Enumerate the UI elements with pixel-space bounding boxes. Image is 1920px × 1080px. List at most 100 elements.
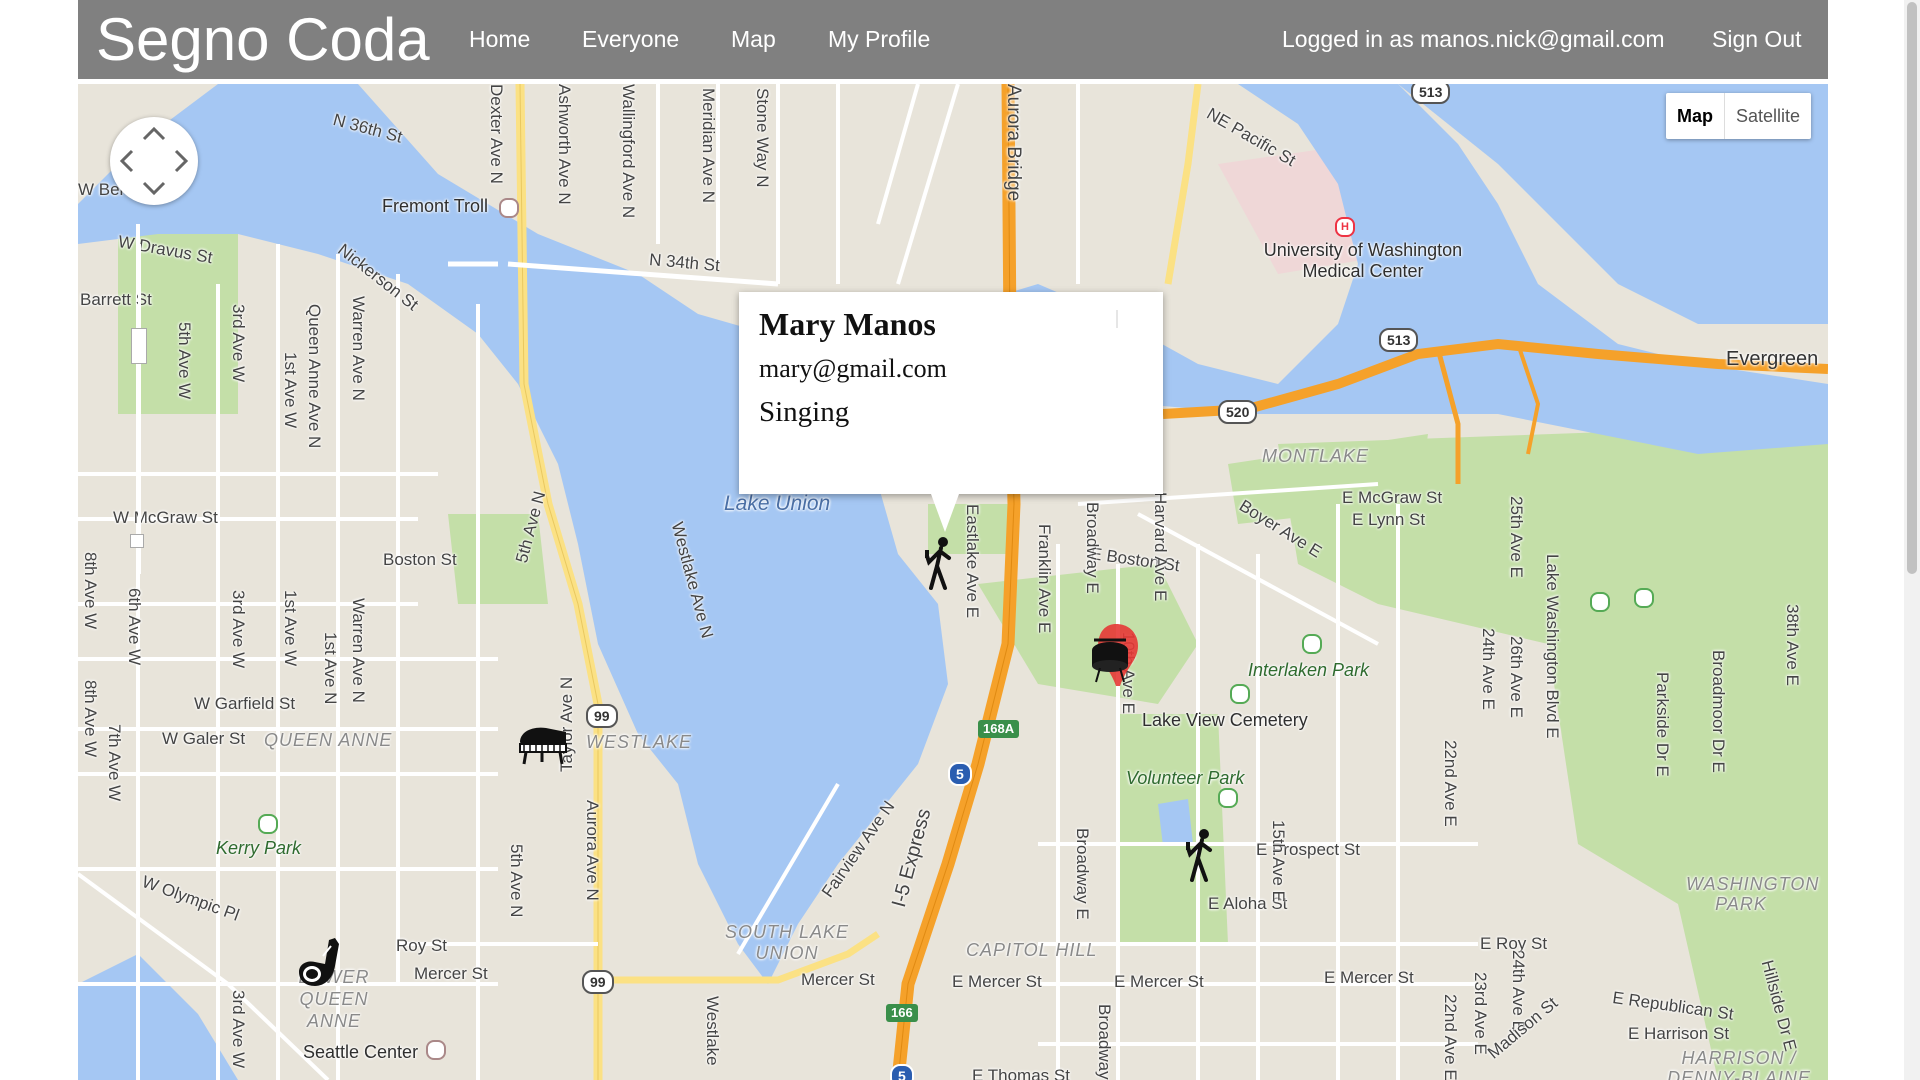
map-canvas[interactable]: N 36th St W Bertona W Dravus St Barrett … bbox=[78, 84, 1828, 1080]
place-uw-medical: University of Washington Medical Center bbox=[1263, 240, 1463, 281]
street-e-harrison: E Harrison St bbox=[1628, 1024, 1730, 1043]
street-aurora: Aurora Ave N bbox=[583, 800, 602, 901]
sign-out-link[interactable]: Sign Out bbox=[1712, 24, 1802, 54]
exit-166-sign: 166 bbox=[886, 1004, 918, 1022]
hospital-icon: H bbox=[1335, 217, 1355, 237]
place-washington-park: WASHINGTON PARK bbox=[1686, 874, 1820, 914]
musician-name: Mary Manos bbox=[759, 306, 936, 342]
street-broadway-3: Broadway bbox=[1095, 1004, 1114, 1080]
place-south-lake-union: SOUTH LAKE UNION bbox=[724, 922, 850, 963]
golf-icon bbox=[1634, 588, 1654, 608]
street-evergreen: Evergreen bbox=[1726, 348, 1819, 370]
street-e-mercer-2: E Mercer St bbox=[1114, 972, 1204, 991]
place-montlake: MONTLAKE bbox=[1262, 446, 1370, 466]
street-ashworth: Ashworth Ave N bbox=[555, 84, 574, 205]
street-e-mercer: E Mercer St bbox=[952, 972, 1042, 991]
street-roy: Roy St bbox=[396, 936, 448, 955]
scrollbar-thumb[interactable] bbox=[1907, 2, 1917, 574]
map-type-map-button[interactable]: Map bbox=[1666, 93, 1725, 139]
place-harrison: HARRISON / DENNY-BLAINE bbox=[1667, 1048, 1811, 1080]
info-window: Mary Manos mary@gmail.com Singing bbox=[739, 292, 1163, 532]
street-mercer: Mercer St bbox=[414, 964, 488, 983]
street-sixth-w: 6th Ave W bbox=[125, 588, 144, 666]
top-navbar: Segno Coda Home Everyone Map My Profile … bbox=[78, 0, 1828, 79]
street-e-lynn: E Lynn St bbox=[1352, 510, 1426, 529]
street-harvard: Harvard Ave E bbox=[1151, 492, 1170, 602]
exit-168a-sign: 168A bbox=[978, 720, 1020, 738]
interstate-5-shield: 5 bbox=[948, 762, 972, 786]
nav-everyone[interactable]: Everyone bbox=[582, 24, 679, 54]
close-icon[interactable] bbox=[1113, 310, 1121, 328]
place-fremont-troll: Fremont Troll bbox=[382, 196, 489, 216]
street-twentyfifth: 25th Ave E bbox=[1507, 496, 1526, 578]
street-eighth-w: 8th Ave W bbox=[81, 552, 100, 630]
street-twentysecond-2: 22nd Ave E bbox=[1441, 994, 1460, 1080]
place-queen-anne: QUEEN ANNE bbox=[264, 730, 393, 750]
street-thirtyeighth: 38th Ave E bbox=[1783, 604, 1802, 686]
route-513-shield: 513 bbox=[1379, 328, 1419, 352]
zoom-slider[interactable] bbox=[130, 244, 147, 574]
map-type-control: Map Satellite bbox=[1666, 93, 1812, 139]
brand-logo[interactable]: Segno Coda bbox=[96, 4, 430, 76]
nav-my-profile[interactable]: My Profile bbox=[828, 24, 930, 54]
street-e-thomas: E Thomas St bbox=[972, 1066, 1070, 1080]
zoom-knob[interactable] bbox=[131, 328, 147, 364]
musician-email[interactable]: mary@gmail.com bbox=[759, 354, 947, 384]
museum-icon bbox=[426, 1040, 446, 1060]
info-window-tail bbox=[931, 494, 959, 532]
singer-marker[interactable] bbox=[1184, 828, 1218, 889]
singer-marker[interactable] bbox=[923, 536, 957, 597]
interstate-5-shield: 5 bbox=[890, 1064, 914, 1080]
park-icon bbox=[258, 814, 278, 834]
street-e-mercer-3: E Mercer St bbox=[1324, 968, 1414, 987]
street-eighth-w-2: 8th Ave W bbox=[81, 680, 100, 758]
street-third-w-3: 3rd Ave W bbox=[229, 990, 248, 1069]
place-interlaken: Interlaken Park bbox=[1248, 660, 1370, 680]
place-lake-view: Lake View Cemetery bbox=[1142, 710, 1308, 730]
park-icon bbox=[1302, 634, 1322, 654]
street-lake-washington: Lake Washington Blvd E bbox=[1543, 554, 1562, 739]
pan-control[interactable] bbox=[110, 117, 198, 205]
street-dexter: Dexter Ave N bbox=[487, 84, 506, 184]
street-first-n: 1st Ave N bbox=[321, 632, 340, 705]
pianist-marker[interactable] bbox=[516, 724, 570, 771]
street-warren-2: Warren Ave N bbox=[349, 598, 368, 703]
street-broadway: Broadway E bbox=[1083, 502, 1102, 594]
zoom-mark bbox=[130, 534, 144, 548]
nav-map[interactable]: Map bbox=[731, 24, 776, 54]
park-icon bbox=[1218, 788, 1238, 808]
logged-in-status: Logged in as manos.nick@gmail.com bbox=[1282, 26, 1665, 52]
street-twentythird: 23rd Ave E bbox=[1471, 972, 1490, 1055]
park-icon bbox=[1590, 592, 1610, 612]
piano-icon bbox=[519, 727, 567, 765]
street-wallingford: Wallingford Ave N bbox=[619, 84, 638, 219]
drum-kit-icon bbox=[1092, 624, 1138, 686]
attraction-icon bbox=[499, 198, 519, 218]
tuba-marker[interactable] bbox=[295, 936, 347, 997]
route-520-shield: 520 bbox=[1218, 400, 1258, 424]
street-stone: Stone Way N bbox=[753, 88, 772, 188]
street-broadway-2: Broadway E bbox=[1073, 828, 1092, 920]
street-boston: Boston St bbox=[383, 550, 457, 569]
page-scrollbar[interactable] bbox=[1904, 0, 1920, 1080]
street-fifth-w: 5th Ave W bbox=[175, 322, 194, 400]
street-third-w: 3rd Ave W bbox=[229, 304, 248, 383]
street-first-w-2: 1st Ave W bbox=[281, 590, 300, 667]
route-99-shield: 99 bbox=[582, 970, 614, 994]
park-icon bbox=[1230, 684, 1250, 704]
street-twentysixth: 26th Ave E bbox=[1507, 636, 1526, 718]
street-first-w: 1st Ave W bbox=[281, 352, 300, 429]
route-513-shield: 513 bbox=[1411, 84, 1451, 104]
map-type-satellite-button[interactable]: Satellite bbox=[1725, 93, 1811, 139]
street-parkside: Parkside Dr E bbox=[1653, 672, 1672, 777]
street-fifth-n-2: 5th Ave N bbox=[507, 844, 526, 918]
nav-home[interactable]: Home bbox=[469, 24, 530, 54]
street-warren: Warren Ave N bbox=[349, 296, 368, 401]
street-w-galer: W Galer St bbox=[162, 729, 246, 748]
street-seventh-w: 7th Ave W bbox=[105, 724, 124, 802]
street-aurora-bridge: Aurora Bridge bbox=[1003, 84, 1024, 202]
musician-skill: Singing bbox=[759, 396, 850, 428]
drummer-marker[interactable] bbox=[1086, 620, 1148, 695]
street-fifteenth: 15th Ave E bbox=[1269, 820, 1288, 902]
street-westlake-2: Westlake bbox=[703, 996, 722, 1066]
